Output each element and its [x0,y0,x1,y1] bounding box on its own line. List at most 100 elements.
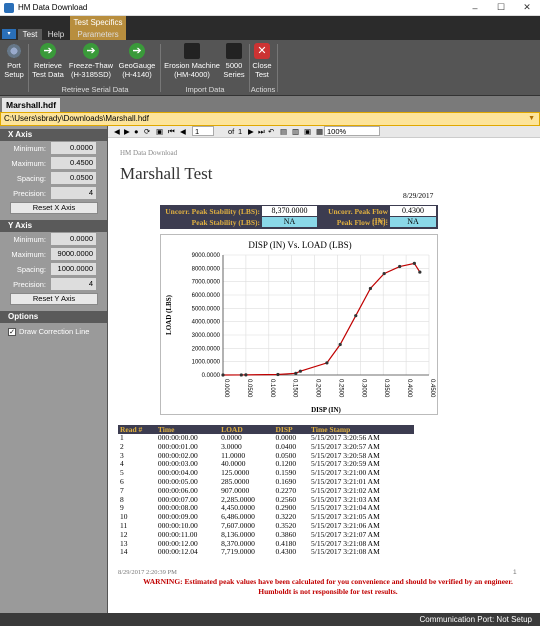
y-tick-label: 4000.0000 [192,320,221,326]
x-tick-label: 0.1000 [269,379,275,398]
viewer-toolbar: ◀ ▶ ● ⟳ ▣ ⏮ ◀ 1 of 1 ▶ ⏭ ↶ ▤ ▥ ▣ ▦ 100% [108,126,540,138]
data-point [398,264,402,269]
ribbon: Port Setup ➔ Retrieve Test Data ➔ Freeze… [0,40,540,96]
document-tab-bar: Marshall.hdf ✕ [0,96,540,124]
y-tick-label: 3000.0000 [192,333,221,339]
refresh-icon[interactable]: ⟳ [144,127,150,136]
x-tick-label: 0.2500 [337,379,343,398]
x-tick-label: 0.4500 [429,379,435,398]
gear-icon [6,43,22,59]
flow-label: Peak Flow (IN): [336,218,388,227]
y-spacing-field[interactable]: 1000.0000 [51,263,96,275]
last-page-icon[interactable]: ⏭ [258,127,265,137]
data-point [325,361,329,365]
y-tick-label: 6000.0000 [192,293,221,299]
y-tick-label: 0.0000 [202,373,221,379]
data-point [412,261,416,265]
load-disp-chart: DISP (IN) Vs. LOAD (LBS) 0.0000 1000.0000 2… [165,240,435,414]
x-max-field[interactable]: 0.4500 [51,157,96,169]
export-icon[interactable]: ▦ [316,127,323,136]
series-line [222,262,421,376]
close-window-button[interactable]: ✕ [514,2,540,13]
close-test-label: Close Test [252,61,272,79]
green-arrow-icon: ➔ [129,43,145,59]
document-tab-marshall[interactable]: Marshall.hdf ✕ [2,98,60,124]
x-min-row: Minimum: 0.0000 [0,141,107,156]
chevron-down-icon[interactable]: ▼ [528,113,535,125]
tab-test[interactable]: Test [18,29,42,40]
data-point [338,342,342,347]
x-tick-label: 0.0000 [223,379,229,398]
window-title: HM Data Download [18,3,88,12]
report-date: 8/29/2017 [403,191,434,200]
y-tick-label: 9000.0000 [192,253,221,259]
minimize-button[interactable]: – [462,3,488,13]
freeze-thaw-button[interactable]: ➔ Freeze-Thaw (H-3185SD) [66,43,116,79]
series-5000-button[interactable]: 5000 Series [221,43,247,79]
draw-correction-label: Draw Correction Line [19,327,90,336]
retrieve-test-data-label: Retrieve Test Data [32,61,64,79]
first-page-icon[interactable]: ⏮ [168,127,175,137]
green-arrow-icon: ➔ [83,43,99,59]
prev-page-icon[interactable]: ◀ [180,127,186,136]
x-max-row: Maximum: 0.4500 [0,156,107,171]
x-tick-label: 0.0500 [246,379,252,398]
next-page-icon[interactable]: ▶ [248,127,254,136]
back-to-parent-icon[interactable]: ↶ [268,127,274,136]
y-max-label: Maximum: [11,250,46,259]
table-cell: 5/15/2017 3:21:08 AM [311,547,380,557]
erosion-machine-button[interactable]: Erosion Machine (HM-4000) [164,43,220,79]
layout-icon[interactable]: ▤ [280,127,287,136]
device-icon [226,43,242,59]
maximize-button[interactable]: ☐ [488,2,514,13]
status-bar: Communication Port: Not Setup [0,613,540,626]
file-menu-button[interactable]: ▾ [2,29,16,39]
tab-help[interactable]: Help [44,29,68,40]
data-point [276,372,280,377]
y-max-field[interactable]: 9000.0000 [51,248,96,260]
geogauge-button[interactable]: ➔ GeoGauge (H-4140) [117,43,157,79]
reset-x-axis-button[interactable]: Reset X Axis [10,202,98,214]
x-min-field[interactable]: 0.0000 [51,142,96,154]
retrieve-test-data-button[interactable]: ➔ Retrieve Test Data [30,43,66,79]
back-icon[interactable]: ◀ [114,127,120,136]
page-setup-icon[interactable]: ▥ [292,127,299,136]
warning-line-2: Humboldt is not responsible for test res… [258,587,398,596]
stop-icon[interactable]: ● [134,127,139,136]
draw-correction-checkbox[interactable]: ✓ Draw Correction Line [0,327,107,336]
y-tick-label: 8000.0000 [192,266,221,272]
data-point [221,373,225,377]
forward-icon[interactable]: ▶ [124,127,130,136]
x-min-label: Minimum: [13,144,46,153]
x-precision-field[interactable]: 4 [51,187,96,199]
reset-y-axis-button[interactable]: Reset Y Axis [10,293,98,305]
x-spacing-label: Spacing: [16,174,46,183]
page-number-input[interactable]: 1 [192,126,214,136]
file-path-bar[interactable]: C:\Users\sbrady\Downloads\Marshall.hdf ▼ [0,112,540,126]
port-setup-button[interactable]: Port Setup [2,43,26,79]
report-viewer: ◀ ▶ ● ⟳ ▣ ⏮ ◀ 1 of 1 ▶ ⏭ ↶ ▤ ▥ ▣ ▦ 100% … [108,126,540,613]
axis-settings-panel: X Axis Minimum: 0.0000 Maximum: 0.4500 Spa… [0,126,108,613]
x-precision-row: Precision: 4 [0,186,107,201]
y-min-field[interactable]: 0.0000 [51,233,96,245]
uncorr-stability-value: 8,370.0000 [262,206,317,216]
readings-table: Read # Time LOAD DISP Time Stamp 1 000:00:00.… [118,425,414,557]
data-point [244,373,248,377]
group-retrieve-serial: Retrieve Serial Data [61,85,129,94]
x-max-label: Maximum: [11,159,46,168]
y-precision-field[interactable]: 4 [51,278,96,290]
close-test-button[interactable]: ✕ Close Test [251,43,273,79]
x-tick-label: 0.1500 [292,379,298,398]
print-report-icon[interactable]: ▣ [304,127,311,136]
x-spacing-field[interactable]: 0.0500 [51,172,96,184]
footer-date: 8/29/2017 2:20:39 PM [118,569,177,576]
y-min-label: Minimum: [13,235,46,244]
print-icon[interactable]: ▣ [156,127,163,136]
chart-title: DISP (IN) Vs. LOAD (LBS) [248,240,351,250]
tab-parameters[interactable]: Parameters [72,29,124,40]
device-icon [184,43,200,59]
checkbox-icon[interactable]: ✓ [8,327,16,336]
zoom-select[interactable]: 100% [324,126,380,136]
table-cell: 000:00:12.04 [157,547,198,557]
x-tick-label: 0.3500 [383,379,389,398]
